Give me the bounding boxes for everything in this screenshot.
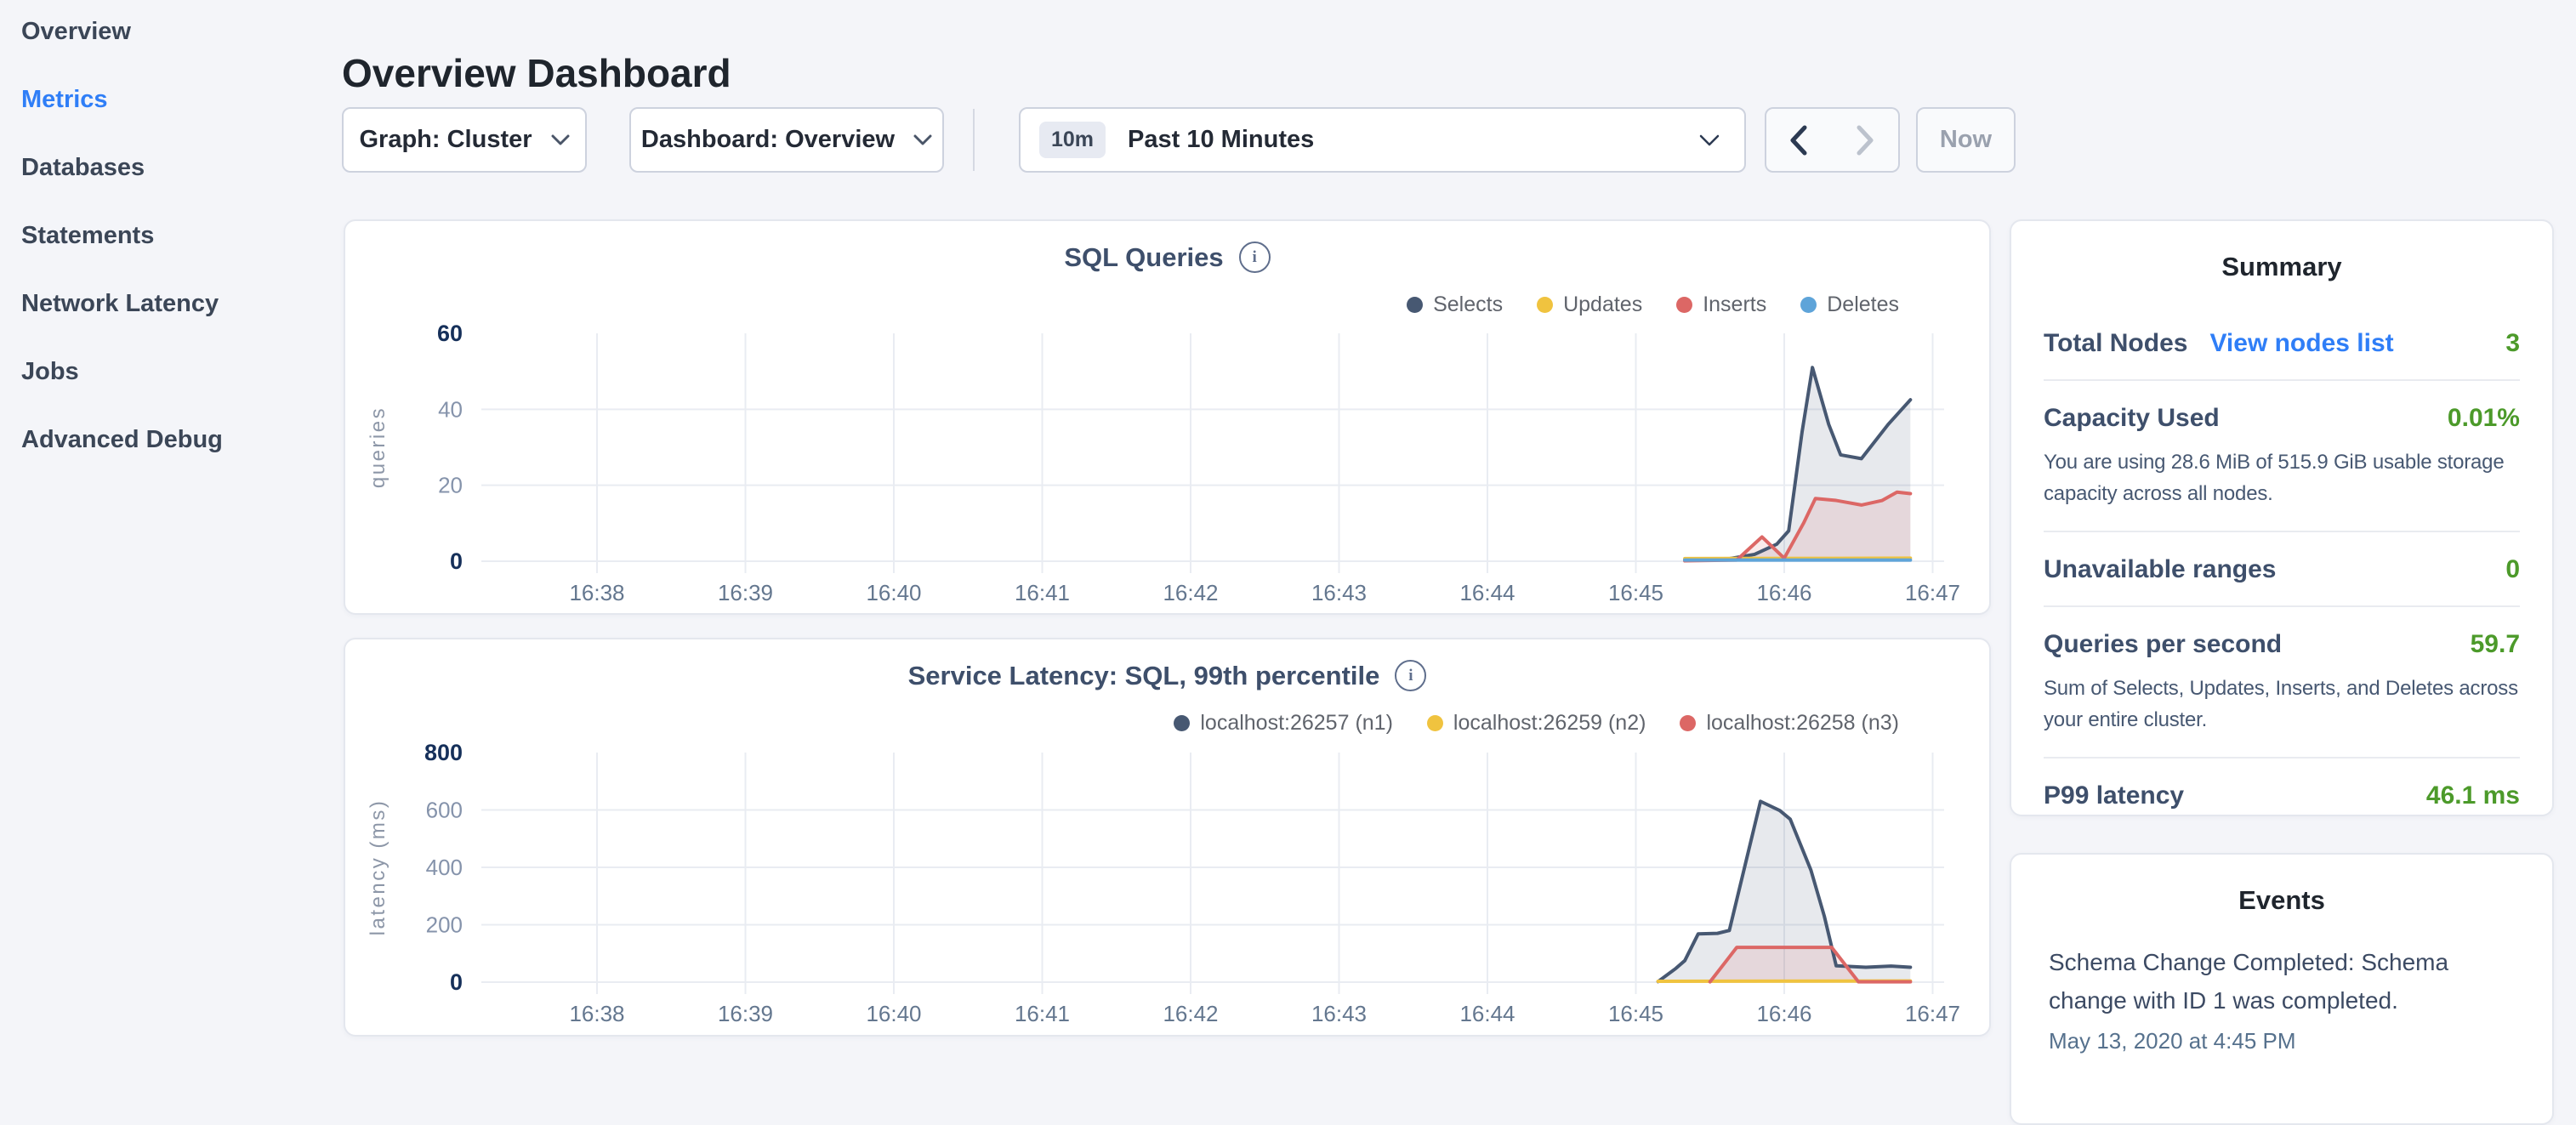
- y-tick-label: 200: [426, 912, 463, 938]
- x-tick-label: 16:43: [1311, 580, 1367, 605]
- chevron-down-icon: [913, 134, 932, 146]
- y-tick-label: 0: [450, 548, 463, 574]
- x-tick-label: 16:44: [1459, 580, 1515, 605]
- event-item: Schema Change Completed: Schema change w…: [2049, 943, 2515, 1054]
- service-latency-chart-card: Service Latency: SQL, 99th percentile lo…: [344, 638, 1991, 1037]
- sql-queries-chart[interactable]: 0 20 40 60 16:38 16:39 16:40 16:41 16:42 16:43 16:…: [345, 221, 1989, 613]
- x-tick-label: 16:41: [1015, 1001, 1070, 1026]
- x-tick-label: 16:39: [718, 580, 773, 605]
- summary-row-capacity-used: Capacity Used 0.01% You are using 28.6 M…: [2044, 381, 2520, 532]
- x-tick-label: 16:38: [569, 580, 624, 605]
- time-next-button[interactable]: [1831, 107, 1900, 173]
- y-tick-label: 40: [438, 396, 463, 422]
- summary-row-unavailable-ranges: Unavailable ranges 0: [2044, 532, 2520, 607]
- sidebar-item-statements[interactable]: Statements: [21, 202, 223, 270]
- x-tick-label: 16:46: [1756, 1001, 1811, 1026]
- summary-label: Unavailable ranges: [2044, 555, 2276, 584]
- sidebar-item-jobs[interactable]: Jobs: [21, 338, 223, 406]
- summary-label: Total Nodes: [2044, 329, 2187, 358]
- summary-panel: Summary Total Nodes View nodes list 3 Ca…: [2010, 219, 2554, 816]
- summary-row-total-nodes: Total Nodes View nodes list 3: [2044, 306, 2520, 381]
- x-tick-label: 16:47: [1905, 1001, 1960, 1026]
- time-window-badge: 10m: [1039, 122, 1106, 158]
- summary-description: You are using 28.6 MiB of 515.9 GiB usab…: [2044, 446, 2520, 509]
- x-tick-label: 16:41: [1015, 580, 1070, 605]
- summary-value: 0: [2505, 555, 2520, 584]
- events-title: Events: [2011, 885, 2552, 916]
- y-axis-label: queries: [367, 406, 390, 488]
- summary-value: 0.01%: [2448, 404, 2520, 433]
- x-tick-label: 16:38: [569, 1001, 624, 1026]
- sidebar-item-overview[interactable]: Overview: [21, 0, 223, 65]
- x-tick-label: 16:44: [1459, 1001, 1515, 1026]
- x-tick-label: 16:47: [1905, 580, 1960, 605]
- chevron-right-icon: [1856, 125, 1874, 156]
- time-now-button[interactable]: Now: [1916, 107, 2016, 173]
- x-tick-label: 16:42: [1163, 580, 1218, 605]
- y-tick-label: 400: [426, 855, 463, 880]
- event-timestamp: May 13, 2020 at 4:45 PM: [2049, 1028, 2515, 1054]
- summary-label: P99 latency: [2044, 781, 2184, 810]
- summary-description: Sum of Selects, Updates, Inserts, and De…: [2044, 673, 2520, 736]
- chevron-down-icon: [551, 134, 570, 146]
- x-tick-label: 16:43: [1311, 1001, 1367, 1026]
- time-prev-button[interactable]: [1765, 107, 1833, 173]
- graph-selector-dropdown[interactable]: Graph: Cluster: [342, 107, 587, 173]
- controls-divider: [973, 109, 975, 171]
- service-latency-chart[interactable]: 0 200 400 600 800 16:38 16:39 16:40 16:41 16:42 16…: [345, 639, 1989, 1035]
- sidebar-item-metrics[interactable]: Metrics: [21, 65, 223, 134]
- time-window-label: Past 10 Minutes: [1128, 126, 1698, 154]
- sidebar-item-databases[interactable]: Databases: [21, 134, 223, 202]
- y-tick-label: 800: [424, 740, 463, 765]
- page-title: Overview Dashboard: [342, 50, 731, 96]
- y-tick-label: 0: [450, 969, 463, 995]
- dashboard-selector-dropdown[interactable]: Dashboard: Overview: [629, 107, 944, 173]
- graph-selector-label: Graph: Cluster: [359, 126, 532, 154]
- summary-value: 46.1 ms: [2426, 781, 2520, 810]
- x-tick-label: 16:40: [866, 580, 921, 605]
- sidebar-item-advanced-debug[interactable]: Advanced Debug: [21, 406, 223, 474]
- sql-queries-chart-card: SQL Queries SelectsUpdatesInsertsDeletes…: [344, 219, 1991, 615]
- time-range-dropdown[interactable]: 10m Past 10 Minutes: [1019, 107, 1746, 173]
- y-tick-label: 60: [437, 321, 463, 346]
- x-tick-label: 16:45: [1608, 1001, 1663, 1026]
- event-message: Schema Change Completed: Schema change w…: [2049, 943, 2515, 1020]
- chevron-left-icon: [1789, 125, 1808, 156]
- y-tick-label: 20: [438, 473, 463, 498]
- x-tick-label: 16:42: [1163, 1001, 1218, 1026]
- sidebar-item-network-latency[interactable]: Network Latency: [21, 270, 223, 338]
- summary-label: Capacity Used: [2044, 404, 2220, 433]
- x-tick-label: 16:39: [718, 1001, 773, 1026]
- y-tick-label: 600: [426, 798, 463, 823]
- summary-value: 3: [2505, 329, 2520, 358]
- sidebar: Overview Metrics Databases Statements Ne…: [21, 0, 223, 474]
- y-axis-label: latency (ms): [367, 799, 390, 936]
- x-tick-label: 16:40: [866, 1001, 921, 1026]
- summary-title: Summary: [2011, 252, 2552, 282]
- summary-value: 59.7: [2471, 630, 2520, 659]
- view-nodes-list-link[interactable]: View nodes list: [2209, 329, 2393, 358]
- x-tick-label: 16:46: [1756, 580, 1811, 605]
- summary-row-p99-latency: P99 latency 46.1 ms: [2044, 759, 2520, 832]
- dashboard-selector-label: Dashboard: Overview: [641, 126, 895, 154]
- summary-row-queries-per-second: Queries per second 59.7 Sum of Selects, …: [2044, 607, 2520, 759]
- chevron-down-icon: [1698, 134, 1720, 147]
- events-panel: Events Schema Change Completed: Schema c…: [2010, 853, 2554, 1125]
- x-tick-label: 16:45: [1608, 580, 1663, 605]
- summary-label: Queries per second: [2044, 630, 2282, 659]
